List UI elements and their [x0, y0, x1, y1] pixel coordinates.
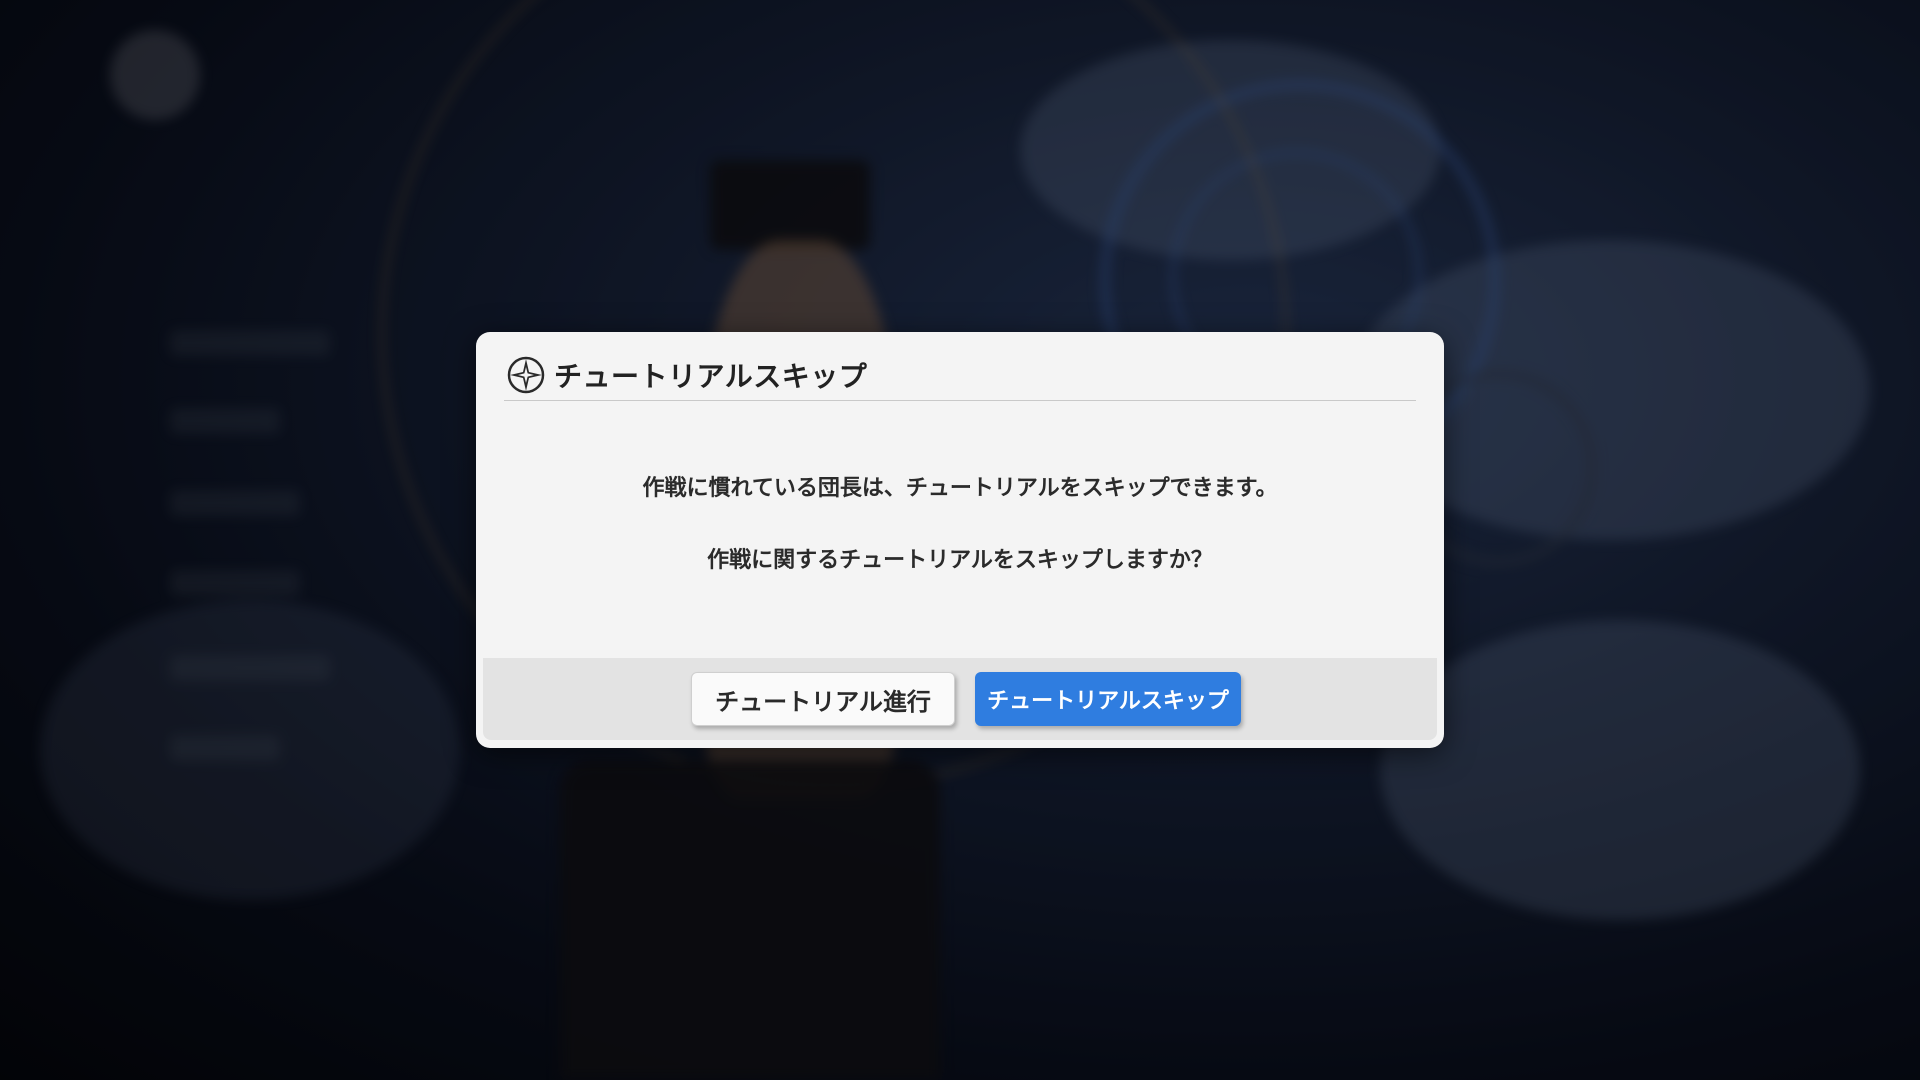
game-screen: チュートリアルスキップ 作戦に慣れている団長は、チュートリアルをスキップできます… — [0, 0, 1920, 1080]
dialog-message-line-2: 作戦に関するチュートリアルをスキップしますか？ — [707, 548, 1213, 573]
tutorial-skip-dialog: チュートリアルスキップ 作戦に慣れている団長は、チュートリアルをスキップできます… — [476, 332, 1444, 748]
dialog-header: チュートリアルスキップ — [504, 350, 1416, 401]
dialog-title: チュートリアルスキップ — [554, 360, 868, 393]
compass-star-icon — [507, 356, 545, 394]
dialog-message: 作戦に慣れている団長は、チュートリアルをスキップできます。 作戦に関するチュート… — [476, 474, 1444, 576]
dialog-footer: チュートリアル進行 チュートリアルスキップ — [483, 658, 1437, 740]
skip-tutorial-button[interactable]: チュートリアルスキップ — [975, 672, 1241, 726]
proceed-tutorial-button[interactable]: チュートリアル進行 — [691, 672, 955, 726]
dialog-message-line-1: 作戦に慣れている団長は、チュートリアルをスキップできます。 — [642, 476, 1278, 501]
